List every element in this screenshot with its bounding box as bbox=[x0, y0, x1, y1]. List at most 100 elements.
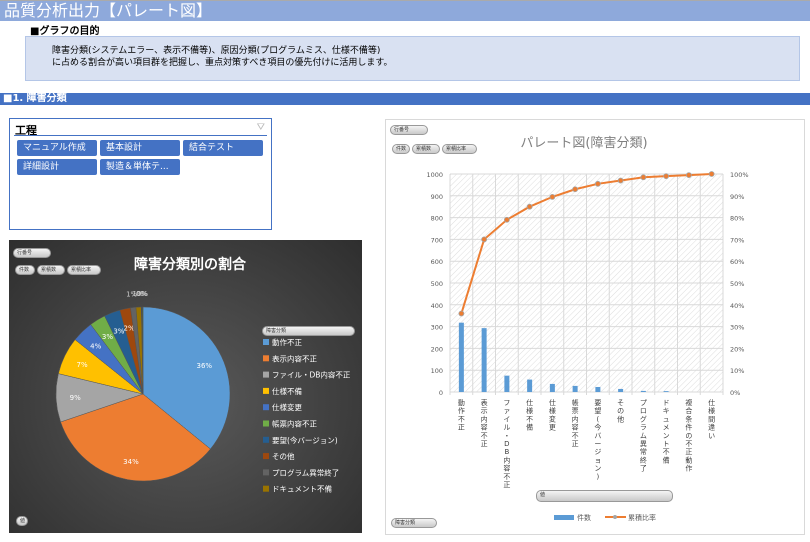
x-tick-char: 正 bbox=[572, 440, 579, 448]
x-tick-char: 更 bbox=[549, 424, 556, 432]
pie-data-label: 4% bbox=[90, 342, 101, 350]
cumulative-point bbox=[640, 174, 647, 181]
x-tick-char: 異 bbox=[640, 440, 647, 448]
x-tick-char: 他 bbox=[617, 414, 624, 423]
slicer-item[interactable]: 基本設計 bbox=[100, 140, 180, 156]
y-tick-label: 800 bbox=[431, 215, 443, 223]
pie-data-label: 36% bbox=[197, 362, 213, 370]
legend-label: 表示内容不正 bbox=[272, 353, 317, 363]
x-tick-char: 不 bbox=[481, 432, 488, 440]
x-tick-char: 今 bbox=[594, 423, 601, 432]
bar bbox=[458, 322, 464, 392]
cumulative-point bbox=[594, 180, 601, 187]
y2-tick-label: 50% bbox=[730, 280, 744, 288]
x-tick-char: 容 bbox=[572, 423, 579, 432]
x-tick-char: 備 bbox=[526, 423, 533, 432]
slicer-item[interactable]: 製造＆単体テ... bbox=[100, 159, 180, 175]
pie-data-label: 9% bbox=[70, 394, 81, 402]
slicer-item[interactable]: 結合テスト bbox=[183, 140, 263, 156]
x-tick-char: 作 bbox=[458, 406, 465, 415]
slicer-item[interactable]: マニュアル作成 bbox=[17, 140, 97, 156]
cumulative-point bbox=[572, 186, 579, 193]
x-tick-char: フ bbox=[503, 399, 510, 407]
x-tick-char: 正 bbox=[685, 448, 692, 456]
x-tick-char: ュ bbox=[663, 415, 670, 423]
y2-tick-label: 20% bbox=[730, 345, 744, 353]
cumulative-point bbox=[458, 310, 465, 317]
y2-tick-label: 100% bbox=[730, 171, 749, 179]
cumulative-point bbox=[481, 236, 488, 243]
cumulative-point bbox=[503, 216, 510, 223]
purpose-line-2: に占める割合が高い項目群を把握し、重点対策すべき項目の優先付けに活用します。 bbox=[52, 58, 393, 68]
y2-tick-label: 40% bbox=[730, 302, 744, 310]
legend-label: 動作不正 bbox=[272, 337, 302, 347]
cumulative-point bbox=[685, 172, 692, 178]
x-tick-char: 要 bbox=[594, 399, 601, 407]
legend-label: 仕様不備 bbox=[272, 386, 302, 396]
y2-tick-label: 70% bbox=[730, 236, 744, 244]
legend-label: 要望(今バージョン) bbox=[272, 435, 338, 445]
x-tick-char: 常 bbox=[640, 447, 647, 456]
legend-label: プログラム異常終了 bbox=[272, 467, 339, 477]
cumulative-point bbox=[663, 173, 670, 180]
x-tick-char: 容 bbox=[503, 464, 510, 473]
x-tick-char: 帳 bbox=[572, 398, 579, 407]
y-tick-label: 700 bbox=[431, 236, 443, 244]
x-tick-char: 不 bbox=[458, 415, 465, 423]
x-tick-char: 仕 bbox=[526, 398, 533, 407]
bar bbox=[595, 386, 601, 392]
x-tick-char: ロ bbox=[640, 407, 647, 415]
x-tick-char: 様 bbox=[708, 406, 715, 415]
x-tick-char: 容 bbox=[481, 423, 488, 432]
y2-tick-label: 30% bbox=[730, 324, 744, 332]
x-tick-char: 不 bbox=[663, 448, 670, 456]
legend-label: 仕様変更 bbox=[272, 402, 302, 412]
x-tick-char: 了 bbox=[640, 465, 647, 473]
pareto-title: パレート図(障害分類) bbox=[520, 135, 647, 151]
x-tick-char: グ bbox=[640, 414, 647, 423]
x-tick-char: の bbox=[685, 432, 692, 440]
legend-bar-label: 件数 bbox=[577, 513, 591, 522]
x-tick-char: メ bbox=[663, 424, 670, 432]
x-tick-char: 条 bbox=[685, 414, 692, 423]
y-tick-label: 900 bbox=[431, 193, 443, 201]
y-tick-label: 400 bbox=[431, 302, 443, 310]
legend-label: ファイル・DB内容不正 bbox=[272, 370, 351, 380]
x-tick-char: キ bbox=[663, 407, 670, 415]
x-tick-char: 不 bbox=[685, 440, 692, 448]
pie-data-label: 7% bbox=[77, 361, 88, 369]
x-tick-char: 様 bbox=[526, 406, 533, 415]
x-tick-char: 内 bbox=[572, 414, 579, 423]
purpose-box: 障害分類(システムエラー、表示不備等)、原因分類(プログラムミス、仕様不備等) … bbox=[25, 36, 800, 81]
x-tick-char: ・ bbox=[503, 432, 510, 440]
legend-swatch bbox=[263, 436, 269, 443]
x-tick-char: 内 bbox=[503, 455, 510, 464]
legend-swatch bbox=[263, 387, 269, 394]
bar bbox=[663, 391, 669, 392]
legend-swatch bbox=[263, 404, 269, 411]
x-tick-char: 仕 bbox=[708, 398, 715, 407]
pareto-chart: 行番号 件数 累積数 累積比率 値 障害分類 パレート図(障害分類) 件数 累積… bbox=[385, 119, 805, 535]
x-tick-char: 示 bbox=[481, 407, 488, 415]
x-tick-char: 仕 bbox=[549, 398, 556, 407]
y2-tick-label: 60% bbox=[730, 258, 744, 266]
y-tick-label: 100 bbox=[431, 367, 443, 375]
clear-filter-icon[interactable]: ⛛ bbox=[257, 122, 265, 133]
slicer-item[interactable]: 詳細設計 bbox=[17, 159, 97, 175]
x-tick-char: ( bbox=[597, 415, 600, 423]
y2-tick-label: 80% bbox=[730, 215, 744, 223]
pie-plot: 障害分類別の割合 36%34%9%7%4%3%3% 2%1%1%0%0%動作不正表… bbox=[55, 256, 351, 494]
x-tick-char: 動 bbox=[685, 455, 692, 464]
x-tick-char: バ bbox=[594, 432, 601, 440]
purpose-line-1: 障害分類(システムエラー、表示不備等)、原因分類(プログラムミス、仕様不備等) bbox=[52, 46, 381, 56]
section-header: ■1. 障害分類 bbox=[0, 93, 810, 105]
legend-swatch bbox=[263, 371, 269, 378]
x-tick-char: 合 bbox=[685, 406, 692, 415]
bar bbox=[618, 388, 624, 392]
y2-tick-label: 10% bbox=[730, 367, 744, 375]
x-tick-char: 票 bbox=[572, 407, 579, 415]
x-tick-char: 終 bbox=[640, 455, 647, 464]
cumulative-point bbox=[526, 203, 533, 210]
pareto-plot: パレート図(障害分類) 件数 累積比率 0 0% 100 10% 200 20% 300 30… bbox=[426, 135, 749, 522]
legend-swatch bbox=[263, 420, 269, 427]
